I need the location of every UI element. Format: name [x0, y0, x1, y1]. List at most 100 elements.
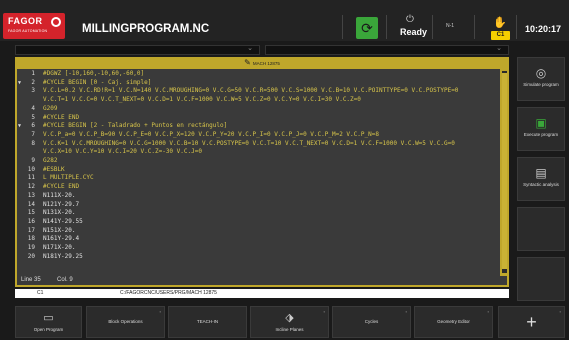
teach-in-button[interactable]: TEACH-IN — [168, 306, 247, 338]
path-channel: C1 — [37, 290, 44, 296]
header-bar: FAGOR FAGOR AUTOMATION MILLINGPROGRAM.NC… — [0, 0, 569, 41]
line-number: 10 — [27, 165, 35, 173]
hand-icon[interactable]: ✋ — [491, 16, 509, 32]
code-line[interactable]: 8 V.C.K=1 V.C.MROUGHING=0 V.C.G=1000 V.C.… — [17, 140, 500, 148]
code-text: N171X-20. — [43, 244, 76, 251]
simulate-icon: ◎ — [535, 66, 547, 80]
code-line[interactable]: 3 V.C.L=0.2 V.C.RD!R=1 V.C.N=140 V.C.MROU… — [17, 87, 500, 95]
syntax-icon: ▤ — [535, 166, 547, 180]
open-program-button[interactable]: ▭ Open Program — [15, 306, 82, 338]
line-number: 8 — [31, 139, 35, 147]
code-line[interactable]: 5 #CYCLE END — [17, 114, 500, 122]
code-line[interactable]: 7 V.C.P_a=0 V.C.P_B=90 V.C.P_E=0 V.C.P_X=… — [17, 131, 500, 139]
program-title: MILLINGPROGRAM.NC — [82, 23, 210, 35]
code-text: V.C.X=10 V.C.Y=10 V.C.I=20 V.C.Z=-30 V.C… — [43, 148, 202, 156]
code-line[interactable]: 17 N151X-20. — [17, 227, 500, 235]
code-line[interactable]: 19 N171X-20. — [17, 244, 500, 252]
chevron-down-icon: ⌄ — [496, 45, 502, 52]
line-number: 4 — [31, 104, 35, 112]
code-line[interactable]: V.C.T=1 V.C.C=0 V.C.T_NEXT=0 V.C.D=1 V.C… — [17, 96, 500, 104]
fold-arrow-icon[interactable]: ▼ — [18, 79, 21, 87]
code-line[interactable]: 20 N181Y-29.25 — [17, 253, 500, 261]
code-text: V.C.P_a=0 V.C.P_B=90 V.C.P_E=0 V.C.P_X=1… — [43, 130, 379, 138]
execute-label: Execute program — [523, 132, 559, 137]
geometry-editor-button[interactable]: ▪ Geometry Editor — [414, 306, 493, 338]
line-number: 3 — [31, 87, 35, 95]
add-button[interactable]: ▪ + — [498, 306, 565, 338]
divider — [516, 15, 517, 39]
code-text: G282 — [43, 157, 58, 164]
line-number: 9 — [31, 157, 35, 164]
code-text: N161Y-29.4 — [43, 235, 80, 243]
code-text: N141Y-29.55 — [43, 217, 83, 225]
line-number: 18 — [27, 235, 35, 243]
block-operations-label: Block Operations — [108, 319, 143, 324]
code-line[interactable]: 10 #ESBLK — [17, 166, 500, 174]
divider — [386, 15, 387, 39]
geometry-editor-label: Geometry Editor — [437, 319, 470, 324]
code-text: N121Y-29.7 — [43, 200, 80, 208]
code-text: N111X-20. — [43, 191, 76, 199]
syntactic-analysis-button[interactable]: ▤ Syntactic analysis — [517, 157, 565, 201]
line-number: 17 — [27, 226, 35, 234]
code-text: V.C.T=1 V.C.C=0 V.C.T_NEXT=0 V.C.D=1 V.C… — [43, 96, 361, 104]
program-select-right[interactable]: ⌄ — [265, 45, 509, 55]
fold-arrow-icon[interactable]: ▼ — [18, 122, 21, 130]
cursor-status: Line 35 Col. 9 — [17, 276, 507, 285]
code-area[interactable]: 1 #DGWZ [-10,160,-10,60,-60,0] 2 ▼ #CYCLE BE… — [17, 69, 500, 276]
code-line[interactable]: 9 G282 — [17, 157, 500, 165]
status-label: Ready — [400, 27, 428, 37]
plus-icon: + — [526, 312, 537, 332]
incline-planes-button[interactable]: ▪ ⬗ Incline Planes — [250, 306, 329, 338]
empty-side-button[interactable] — [517, 257, 565, 301]
execute-program-button[interactable]: ▣ Execute program — [517, 107, 565, 151]
block-operations-button[interactable]: ▪ Block Operations — [86, 306, 165, 338]
path-bar: C1 C:/FAGORCNC/USERS/PRG/MACH 12875 — [15, 289, 509, 298]
simulate-program-button[interactable]: ◎ Simulate program — [517, 57, 565, 101]
code-text: #ESBLK — [43, 165, 65, 173]
code-line[interactable]: 4 G209 — [17, 105, 500, 113]
code-line[interactable]: 14 N121Y-29.7 — [17, 201, 500, 209]
code-line[interactable]: 15 N131X-20. — [17, 209, 500, 217]
code-line[interactable]: 16 N141Y-29.55 — [17, 218, 500, 226]
col-indicator: Col. 9 — [57, 277, 73, 283]
code-text: N131X-20. — [43, 209, 76, 217]
line-indicator: Line 35 — [21, 277, 41, 283]
code-line[interactable]: 11 L MULTIPLE.CYC — [17, 174, 500, 182]
code-line[interactable]: 12 #CYCLE END — [17, 183, 500, 191]
code-line[interactable]: 2 ▼ #CYCLE BEGIN [0 - Caj. simple] — [17, 79, 500, 87]
more-icon: ▪ — [487, 309, 489, 314]
code-text: #CYCLE END — [43, 113, 80, 121]
scrollbar-thumb[interactable] — [502, 73, 507, 269]
code-text: G209 — [43, 104, 58, 112]
code-line[interactable]: 1 #DGWZ [-10,160,-10,60,-60,0] — [17, 70, 500, 78]
code-text: #CYCLE BEGIN [2 - Taladrado + Puntos en … — [43, 122, 228, 130]
brand-sub: FAGOR AUTOMATION — [8, 29, 48, 33]
code-text: N151X-20. — [43, 226, 76, 234]
line-number: 11 — [27, 174, 35, 182]
sync-icon[interactable]: ⟳ — [356, 17, 378, 39]
clock: 10:20:17 — [525, 24, 562, 34]
power-icon: ⏻ — [406, 14, 414, 25]
line-number: 19 — [27, 244, 35, 251]
simulate-label: Simulate program — [523, 82, 559, 87]
pencil-icon: ✎ — [244, 58, 251, 67]
code-line[interactable]: V.C.X=10 V.C.Y=10 V.C.I=20 V.C.Z=-30 V.C… — [17, 148, 500, 156]
code-line[interactable]: 6 ▼ #CYCLE BEGIN [2 - Taladrado + Puntos e… — [17, 122, 500, 130]
code-line[interactable]: 18 N161Y-29.4 — [17, 235, 500, 243]
channel-badge[interactable]: C1 — [491, 31, 510, 40]
open-program-label: Open Program — [33, 327, 64, 332]
cycles-button[interactable]: ▪ Cycles — [332, 306, 411, 338]
code-text: V.C.L=0.2 V.C.RD!R=1 V.C.N=140 V.C.MROUG… — [43, 87, 459, 95]
line-number: 16 — [27, 217, 35, 225]
scrollbar[interactable] — [502, 71, 507, 273]
program-select-left[interactable]: ⌄ — [15, 45, 260, 55]
teach-in-label: TEACH-IN — [196, 319, 219, 324]
empty-side-button[interactable] — [517, 207, 565, 251]
code-line[interactable]: 13 N111X-20. — [17, 192, 500, 200]
line-number: 5 — [31, 113, 35, 121]
brand-name: FAGOR — [8, 16, 43, 26]
line-number: 1 — [31, 70, 35, 77]
divider — [432, 15, 433, 39]
program-editor: ✎ MACH 12875 1 #DGWZ [-10,160,-10,60,-60,0… — [15, 57, 509, 287]
